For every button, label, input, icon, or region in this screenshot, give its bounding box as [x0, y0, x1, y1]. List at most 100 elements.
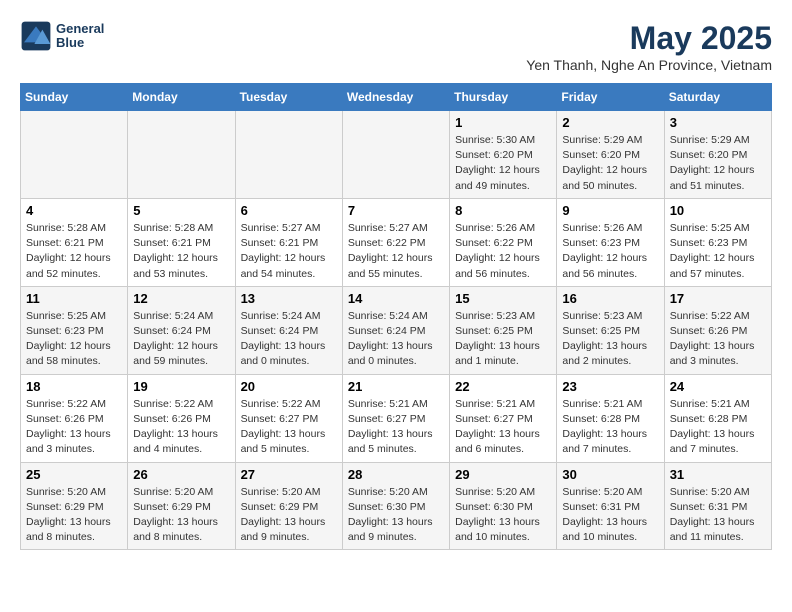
calendar-cell: 1Sunrise: 5:30 AMSunset: 6:20 PMDaylight… — [450, 111, 557, 199]
day-number: 28 — [348, 467, 444, 482]
logo-icon — [20, 20, 52, 52]
day-number: 8 — [455, 203, 551, 218]
day-info: Sunrise: 5:28 AMSunset: 6:21 PMDaylight:… — [26, 221, 122, 282]
calendar-cell: 20Sunrise: 5:22 AMSunset: 6:27 PMDayligh… — [235, 374, 342, 462]
calendar-cell: 25 Sunrise: 5:20 AMSunset: 6:29 PMDayligh… — [21, 462, 128, 550]
day-number: 7 — [348, 203, 444, 218]
calendar-cell: 19Sunrise: 5:22 AMSunset: 6:26 PMDayligh… — [128, 374, 235, 462]
day-number: 14 — [348, 291, 444, 306]
day-info: Sunrise: 5:23 AMSunset: 6:25 PMDaylight:… — [562, 309, 658, 370]
calendar-title: May 2025 — [526, 20, 772, 57]
day-number: 30 — [562, 467, 658, 482]
page-header: General Blue May 2025 Yen Thanh, Nghe An… — [20, 20, 772, 73]
day-header-friday: Friday — [557, 84, 664, 111]
day-number: 26 — [133, 467, 229, 482]
day-info: Sunrise: 5:22 AMSunset: 6:26 PMDaylight:… — [670, 309, 766, 370]
day-number: 22 — [455, 379, 551, 394]
calendar-cell: 21 Sunrise: 5:21 AMSunset: 6:27 PMDayligh… — [342, 374, 449, 462]
day-info: Sunrise: 5:29 AMSunset: 6:20 PMDaylight:… — [562, 133, 658, 194]
day-number: 3 — [670, 115, 766, 130]
logo-line1: General — [56, 22, 104, 36]
calendar-subtitle: Yen Thanh, Nghe An Province, Vietnam — [526, 57, 772, 73]
calendar-cell: 5 Sunrise: 5:28 AMSunset: 6:21 PMDaylight… — [128, 198, 235, 286]
day-info: Sunrise: 5:27 AMSunset: 6:22 PMDaylight:… — [348, 221, 444, 282]
calendar-cell — [128, 111, 235, 199]
calendar-week-4: 18 Sunrise: 5:22 AMSunset: 6:26 PMDayligh… — [21, 374, 772, 462]
day-header-saturday: Saturday — [664, 84, 771, 111]
calendar-week-5: 25 Sunrise: 5:20 AMSunset: 6:29 PMDayligh… — [21, 462, 772, 550]
day-number: 23 — [562, 379, 658, 394]
day-info: Sunrise: 5:20 AMSunset: 6:30 PMDaylight:… — [348, 485, 444, 546]
day-info: Sunrise: 5:20 AMSunset: 6:29 PMDaylight:… — [26, 485, 122, 546]
calendar-cell: 28 Sunrise: 5:20 AMSunset: 6:30 PMDayligh… — [342, 462, 449, 550]
day-number: 15 — [455, 291, 551, 306]
day-info: Sunrise: 5:25 AMSunset: 6:23 PMDaylight:… — [26, 309, 122, 370]
calendar-cell: 16 Sunrise: 5:23 AMSunset: 6:25 PMDayligh… — [557, 286, 664, 374]
calendar-cell: 22Sunrise: 5:21 AMSunset: 6:27 PMDayligh… — [450, 374, 557, 462]
day-number: 24 — [670, 379, 766, 394]
logo: General Blue — [20, 20, 104, 52]
day-info: Sunrise: 5:23 AMSunset: 6:25 PMDaylight:… — [455, 309, 551, 370]
title-block: May 2025 Yen Thanh, Nghe An Province, Vi… — [526, 20, 772, 73]
day-info: Sunrise: 5:24 AMSunset: 6:24 PMDaylight:… — [241, 309, 337, 370]
day-info: Sunrise: 5:20 AMSunset: 6:31 PMDaylight:… — [562, 485, 658, 546]
calendar-cell: 2 Sunrise: 5:29 AMSunset: 6:20 PMDaylight… — [557, 111, 664, 199]
calendar-cell: 26Sunrise: 5:20 AMSunset: 6:29 PMDayligh… — [128, 462, 235, 550]
day-number: 29 — [455, 467, 551, 482]
calendar-cell: 15 Sunrise: 5:23 AMSunset: 6:25 PMDayligh… — [450, 286, 557, 374]
logo-text: General Blue — [56, 22, 104, 51]
day-number: 27 — [241, 467, 337, 482]
day-header-sunday: Sunday — [21, 84, 128, 111]
day-info: Sunrise: 5:29 AMSunset: 6:20 PMDaylight:… — [670, 133, 766, 194]
calendar-cell: 17Sunrise: 5:22 AMSunset: 6:26 PMDayligh… — [664, 286, 771, 374]
day-info: Sunrise: 5:24 AMSunset: 6:24 PMDaylight:… — [348, 309, 444, 370]
day-number: 10 — [670, 203, 766, 218]
calendar-cell: 12 Sunrise: 5:24 AMSunset: 6:24 PMDayligh… — [128, 286, 235, 374]
day-header-thursday: Thursday — [450, 84, 557, 111]
day-number: 4 — [26, 203, 122, 218]
day-number: 21 — [348, 379, 444, 394]
day-info: Sunrise: 5:28 AMSunset: 6:21 PMDaylight:… — [133, 221, 229, 282]
day-number: 11 — [26, 291, 122, 306]
calendar-cell: 3 Sunrise: 5:29 AMSunset: 6:20 PMDaylight… — [664, 111, 771, 199]
day-number: 9 — [562, 203, 658, 218]
day-header-tuesday: Tuesday — [235, 84, 342, 111]
day-number: 13 — [241, 291, 337, 306]
day-info: Sunrise: 5:21 AMSunset: 6:28 PMDaylight:… — [670, 397, 766, 458]
calendar-cell: 18 Sunrise: 5:22 AMSunset: 6:26 PMDayligh… — [21, 374, 128, 462]
day-header-wednesday: Wednesday — [342, 84, 449, 111]
day-number: 1 — [455, 115, 551, 130]
calendar-cell: 24 Sunrise: 5:21 AMSunset: 6:28 PMDayligh… — [664, 374, 771, 462]
calendar-cell: 30 Sunrise: 5:20 AMSunset: 6:31 PMDayligh… — [557, 462, 664, 550]
calendar-cell: 4 Sunrise: 5:28 AMSunset: 6:21 PMDaylight… — [21, 198, 128, 286]
days-header-row: SundayMondayTuesdayWednesdayThursdayFrid… — [21, 84, 772, 111]
day-header-monday: Monday — [128, 84, 235, 111]
calendar-cell — [235, 111, 342, 199]
day-info: Sunrise: 5:24 AMSunset: 6:24 PMDaylight:… — [133, 309, 229, 370]
day-info: Sunrise: 5:20 AMSunset: 6:31 PMDaylight:… — [670, 485, 766, 546]
day-number: 5 — [133, 203, 229, 218]
calendar-week-3: 11 Sunrise: 5:25 AMSunset: 6:23 PMDayligh… — [21, 286, 772, 374]
day-number: 25 — [26, 467, 122, 482]
calendar-cell: 14 Sunrise: 5:24 AMSunset: 6:24 PMDayligh… — [342, 286, 449, 374]
logo-line2: Blue — [56, 36, 104, 50]
day-info: Sunrise: 5:21 AMSunset: 6:28 PMDaylight:… — [562, 397, 658, 458]
day-number: 31 — [670, 467, 766, 482]
calendar-cell: 9 Sunrise: 5:26 AMSunset: 6:23 PMDaylight… — [557, 198, 664, 286]
day-info: Sunrise: 5:26 AMSunset: 6:23 PMDaylight:… — [562, 221, 658, 282]
calendar-cell: 11 Sunrise: 5:25 AMSunset: 6:23 PMDayligh… — [21, 286, 128, 374]
calendar-cell: 10 Sunrise: 5:25 AMSunset: 6:23 PMDayligh… — [664, 198, 771, 286]
calendar-cell: 31 Sunrise: 5:20 AMSunset: 6:31 PMDayligh… — [664, 462, 771, 550]
day-number: 20 — [241, 379, 337, 394]
day-info: Sunrise: 5:27 AMSunset: 6:21 PMDaylight:… — [241, 221, 337, 282]
day-number: 18 — [26, 379, 122, 394]
calendar-cell: 23 Sunrise: 5:21 AMSunset: 6:28 PMDayligh… — [557, 374, 664, 462]
day-number: 16 — [562, 291, 658, 306]
day-info: Sunrise: 5:22 AMSunset: 6:26 PMDaylight:… — [26, 397, 122, 458]
day-number: 12 — [133, 291, 229, 306]
day-info: Sunrise: 5:25 AMSunset: 6:23 PMDaylight:… — [670, 221, 766, 282]
day-number: 2 — [562, 115, 658, 130]
day-info: Sunrise: 5:21 AMSunset: 6:27 PMDaylight:… — [348, 397, 444, 458]
calendar-table: SundayMondayTuesdayWednesdayThursdayFrid… — [20, 83, 772, 550]
calendar-week-2: 4 Sunrise: 5:28 AMSunset: 6:21 PMDaylight… — [21, 198, 772, 286]
